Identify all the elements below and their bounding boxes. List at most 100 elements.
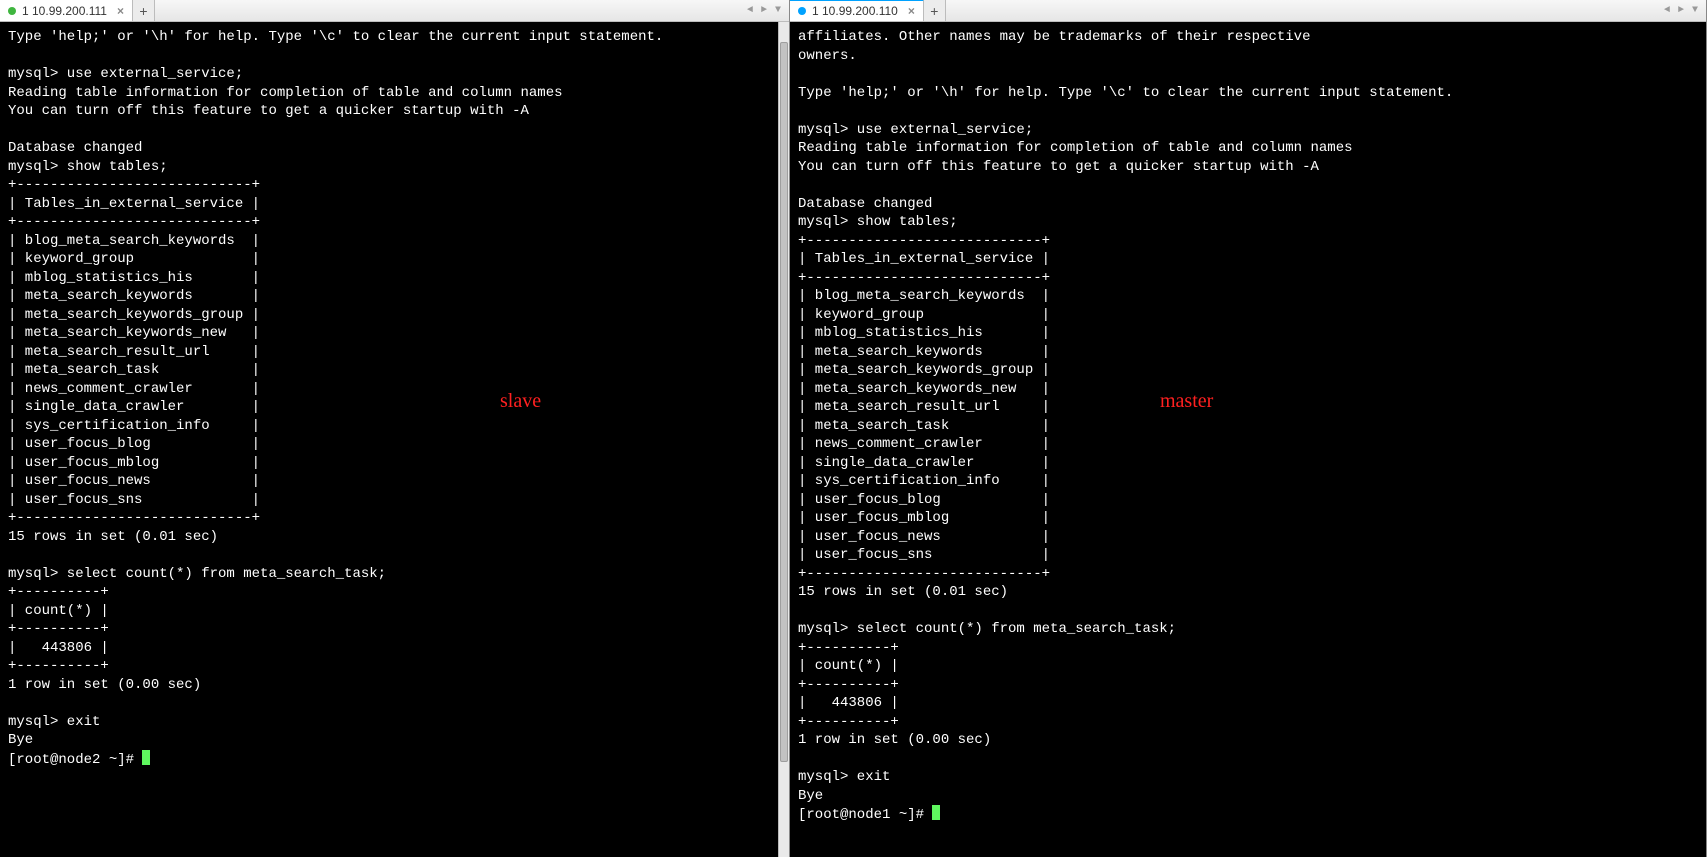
terminal-line: | blog_meta_search_keywords | (798, 287, 1698, 306)
terminal-line: +----------+ (798, 713, 1698, 732)
nav-left-icon[interactable]: ◄ (1662, 5, 1672, 16)
tab-right-host[interactable]: 1 10.99.200.110 × (790, 0, 924, 21)
terminal-line: 15 rows in set (0.01 sec) (8, 528, 781, 547)
terminal-line: | meta_search_keywords_group | (798, 361, 1698, 380)
terminal-line: Database changed (798, 195, 1698, 214)
terminal-line: | user_focus_sns | (8, 491, 781, 510)
terminal-line: Type 'help;' or '\h' for help. Type '\c'… (798, 84, 1698, 103)
terminal-line: | user_focus_blog | (8, 435, 781, 454)
terminal-line: | mblog_statistics_his | (798, 324, 1698, 343)
nav-right-icon[interactable]: ► (1676, 5, 1686, 16)
left-tabbar: 1 10.99.200.111 × + ◄ ► ▼ (0, 0, 789, 22)
terminal-line: Reading table information for completion… (8, 84, 781, 103)
terminal-line: | count(*) | (8, 602, 781, 621)
terminal-line: | 443806 | (798, 694, 1698, 713)
terminal-line: [root@node1 ~]# (798, 805, 1698, 825)
terminal-line: +----------------------------+ (798, 269, 1698, 288)
terminal-right[interactable]: affiliates. Other names may be trademark… (790, 22, 1706, 857)
terminal-line (798, 65, 1698, 84)
terminal-line: [root@node2 ~]# (8, 750, 781, 770)
terminal-line: | meta_search_result_url | (8, 343, 781, 362)
terminal-line: +----------------------------+ (798, 232, 1698, 251)
terminal-line: | user_focus_mblog | (798, 509, 1698, 528)
terminal-line: Type 'help;' or '\h' for help. Type '\c'… (8, 28, 781, 47)
terminal-line (8, 47, 781, 66)
terminal-line: | user_focus_news | (8, 472, 781, 491)
terminal-line: | meta_search_keywords | (8, 287, 781, 306)
new-tab-button[interactable]: + (133, 0, 155, 21)
terminal-line: mysql> exit (798, 768, 1698, 787)
terminal-line (798, 750, 1698, 769)
terminal-line: owners. (798, 47, 1698, 66)
tab-title: 1 10.99.200.111 (22, 4, 107, 18)
terminal-line: | news_comment_crawler | (8, 380, 781, 399)
close-icon[interactable]: × (117, 4, 124, 18)
annotation-master: master (1160, 392, 1213, 411)
terminal-line: Reading table information for completion… (798, 139, 1698, 158)
tab-nav-arrows: ◄ ► ▼ (1656, 0, 1706, 21)
terminal-line: +----------------------------+ (8, 509, 781, 528)
terminal-line: | meta_search_task | (798, 417, 1698, 436)
terminal-line: mysql> select count(*) from meta_search_… (8, 565, 781, 584)
terminal-line: +----------------------------+ (798, 565, 1698, 584)
terminal-line: | meta_search_keywords_new | (798, 380, 1698, 399)
terminal-line (798, 176, 1698, 195)
terminal-line: | meta_search_keywords_group | (8, 306, 781, 325)
nav-left-icon[interactable]: ◄ (745, 5, 755, 16)
terminal-line: | meta_search_keywords_new | (8, 324, 781, 343)
close-icon[interactable]: × (908, 4, 915, 18)
terminal-line: | sys_certification_info | (8, 417, 781, 436)
terminal-line: mysql> use external_service; (798, 121, 1698, 140)
terminal-line: | mblog_statistics_his | (8, 269, 781, 288)
terminal-line: You can turn off this feature to get a q… (8, 102, 781, 121)
terminal-line (8, 546, 781, 565)
terminal-line: | user_focus_sns | (798, 546, 1698, 565)
left-pane: 1 10.99.200.111 × + ◄ ► ▼ Type 'help;' o… (0, 0, 790, 857)
terminal-line: | single_data_crawler | (798, 454, 1698, 473)
annotation-slave: slave (500, 392, 541, 411)
terminal-line: | Tables_in_external_service | (8, 195, 781, 214)
scrollbar-thumb[interactable] (780, 42, 788, 762)
terminal-line: +----------+ (8, 657, 781, 676)
terminal-line: | user_focus_mblog | (8, 454, 781, 473)
terminal-line: | user_focus_news | (798, 528, 1698, 547)
terminal-line: +----------+ (8, 620, 781, 639)
tab-left-host[interactable]: 1 10.99.200.111 × (0, 0, 133, 21)
plus-icon: + (139, 3, 147, 19)
terminal-line: +----------------------------+ (8, 176, 781, 195)
terminal-line: mysql> show tables; (8, 158, 781, 177)
terminal-line: | blog_meta_search_keywords | (8, 232, 781, 251)
terminal-line: 15 rows in set (0.01 sec) (798, 583, 1698, 602)
status-dot-icon (8, 7, 16, 15)
terminal-line: Bye (798, 787, 1698, 806)
terminal-left[interactable]: Type 'help;' or '\h' for help. Type '\c'… (0, 22, 789, 857)
terminal-line: | user_focus_blog | (798, 491, 1698, 510)
right-pane: 1 10.99.200.110 × + ◄ ► ▼ affiliates. Ot… (790, 0, 1707, 857)
new-tab-button[interactable]: + (924, 0, 946, 21)
terminal-line: | meta_search_keywords | (798, 343, 1698, 362)
terminal-line: +----------+ (798, 676, 1698, 695)
scrollbar-track[interactable] (778, 22, 789, 857)
terminal-line: | sys_certification_info | (798, 472, 1698, 491)
terminal-line: affiliates. Other names may be trademark… (798, 28, 1698, 47)
nav-down-icon[interactable]: ▼ (773, 5, 783, 16)
terminal-line (798, 602, 1698, 621)
terminal-line: mysql> exit (8, 713, 781, 732)
terminal-line: mysql> use external_service; (8, 65, 781, 84)
terminal-line: | count(*) | (798, 657, 1698, 676)
terminal-line: +----------------------------+ (8, 213, 781, 232)
terminal-line: | single_data_crawler | (8, 398, 781, 417)
cursor-icon (142, 750, 150, 765)
terminal-line: You can turn off this feature to get a q… (798, 158, 1698, 177)
terminal-line: mysql> show tables; (798, 213, 1698, 232)
tab-nav-arrows: ◄ ► ▼ (739, 0, 789, 21)
terminal-line (8, 121, 781, 140)
nav-down-icon[interactable]: ▼ (1690, 5, 1700, 16)
nav-right-icon[interactable]: ► (759, 5, 769, 16)
terminal-line: +----------+ (798, 639, 1698, 658)
terminal-line: mysql> select count(*) from meta_search_… (798, 620, 1698, 639)
terminal-line: | news_comment_crawler | (798, 435, 1698, 454)
terminal-line: Bye (8, 731, 781, 750)
terminal-line: Database changed (8, 139, 781, 158)
right-tabbar: 1 10.99.200.110 × + ◄ ► ▼ (790, 0, 1706, 22)
